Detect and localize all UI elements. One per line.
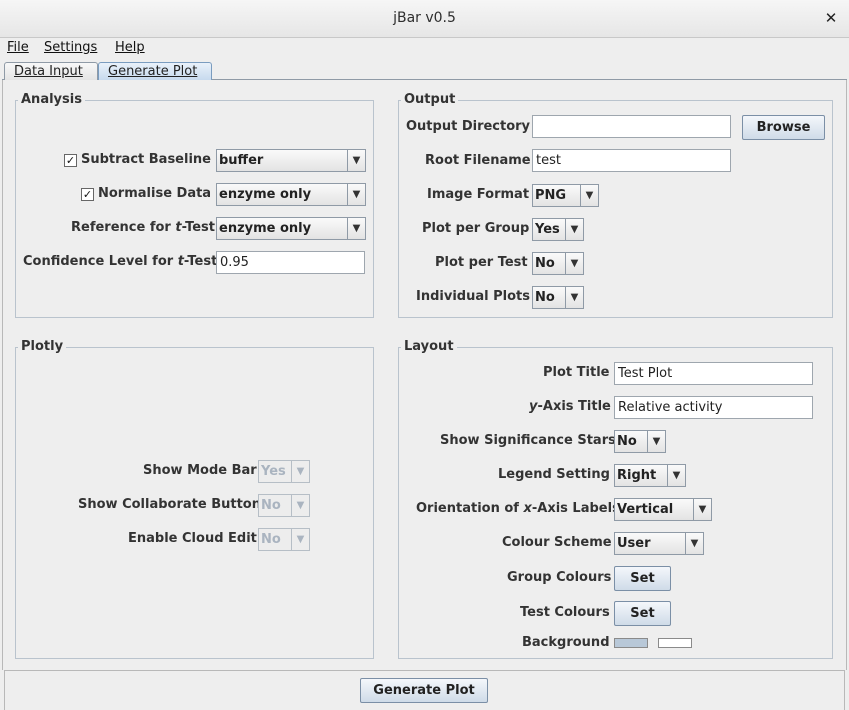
legend-setting-label: Legend Setting bbox=[498, 467, 610, 482]
normalise-data-checkbox[interactable]: ✓ bbox=[81, 188, 94, 201]
test-colours-label: Test Colours bbox=[520, 605, 610, 620]
x-axis-orientation-label: Orientation of x-Axis Labels bbox=[416, 501, 620, 516]
output-title: Output bbox=[401, 92, 459, 107]
subtract-baseline-label: Subtract Baseline bbox=[81, 152, 211, 167]
image-format-label: Image Format bbox=[427, 187, 530, 202]
chevron-down-icon: ▼ bbox=[291, 529, 309, 550]
root-filename-input[interactable]: test bbox=[532, 149, 731, 172]
background-swatch-secondary[interactable] bbox=[658, 638, 692, 648]
plot-per-test-label: Plot per Test bbox=[435, 255, 528, 270]
menu-file[interactable]: File bbox=[7, 40, 29, 55]
plot-title-label: Plot Title bbox=[543, 365, 610, 380]
generate-plot-button[interactable]: Generate Plot bbox=[360, 678, 488, 703]
confidence-level-input[interactable]: 0.95 bbox=[216, 251, 365, 274]
chevron-down-icon: ▼ bbox=[347, 184, 365, 205]
normalise-data-label: Normalise Data bbox=[98, 186, 212, 201]
background-label: Background bbox=[522, 635, 610, 650]
chevron-down-icon: ▼ bbox=[647, 431, 665, 452]
image-format-select[interactable]: PNG ▼ bbox=[532, 184, 599, 207]
show-mode-bar-select[interactable]: Yes ▼ bbox=[258, 460, 310, 483]
browse-button[interactable]: Browse bbox=[742, 115, 825, 140]
chevron-down-icon: ▼ bbox=[565, 253, 583, 274]
plot-title-input[interactable]: Test Plot bbox=[614, 362, 813, 385]
analysis-title: Analysis bbox=[18, 92, 85, 107]
plotly-title: Plotly bbox=[18, 339, 67, 354]
background-swatch-primary[interactable] bbox=[614, 638, 648, 648]
layout-title: Layout bbox=[401, 339, 457, 354]
chevron-down-icon: ▼ bbox=[347, 218, 365, 239]
show-mode-bar-label: Show Mode Bar bbox=[143, 463, 257, 478]
group-colours-label: Group Colours bbox=[507, 570, 612, 585]
subtract-baseline-checkbox[interactable]: ✓ bbox=[64, 154, 77, 167]
window-title: jBar v0.5 bbox=[393, 10, 456, 26]
x-axis-orientation-select[interactable]: Vertical ▼ bbox=[614, 498, 712, 521]
output-directory-input[interactable] bbox=[532, 115, 731, 138]
chevron-down-icon: ▼ bbox=[693, 499, 711, 520]
show-significance-stars-select[interactable]: No ▼ bbox=[614, 430, 666, 453]
chevron-down-icon: ▼ bbox=[685, 533, 703, 554]
individual-plots-select[interactable]: No ▼ bbox=[532, 286, 584, 309]
plot-per-test-select[interactable]: No ▼ bbox=[532, 252, 584, 275]
reference-t-test-select[interactable]: enzyme only ▼ bbox=[216, 217, 366, 240]
reference-t-test-label: Reference for t-Test bbox=[71, 220, 215, 235]
chevron-down-icon: ▼ bbox=[291, 461, 309, 482]
chevron-down-icon: ▼ bbox=[291, 495, 309, 516]
chevron-down-icon: ▼ bbox=[565, 219, 583, 240]
subtract-baseline-select[interactable]: buffer ▼ bbox=[216, 149, 366, 172]
tab-generate-plot[interactable]: Generate Plot bbox=[98, 62, 212, 80]
enable-cloud-edit-select[interactable]: No ▼ bbox=[258, 528, 310, 551]
show-collaborate-button-select[interactable]: No ▼ bbox=[258, 494, 310, 517]
analysis-group bbox=[15, 100, 374, 318]
y-axis-title-label: y-Axis Title bbox=[529, 399, 611, 414]
close-icon[interactable]: ✕ bbox=[822, 9, 840, 27]
colour-scheme-select[interactable]: User ▼ bbox=[614, 532, 704, 555]
test-colours-set-button[interactable]: Set bbox=[614, 601, 671, 626]
output-directory-label: Output Directory bbox=[406, 119, 531, 134]
chevron-down-icon: ▼ bbox=[580, 185, 598, 206]
show-collaborate-button-label: Show Collaborate Button bbox=[78, 497, 261, 512]
plot-per-group-label: Plot per Group bbox=[422, 221, 530, 236]
show-significance-stars-label: Show Significance Stars bbox=[440, 433, 616, 448]
menu-help[interactable]: Help bbox=[115, 40, 145, 55]
normalise-data-select[interactable]: enzyme only ▼ bbox=[216, 183, 366, 206]
root-filename-label: Root Filename bbox=[425, 153, 531, 168]
individual-plots-label: Individual Plots bbox=[416, 289, 530, 304]
menu-settings[interactable]: Settings bbox=[44, 40, 97, 55]
colour-scheme-label: Colour Scheme bbox=[502, 535, 612, 550]
group-colours-set-button[interactable]: Set bbox=[614, 566, 671, 591]
confidence-level-label: Confidence Level for t-Test bbox=[23, 254, 218, 269]
tab-data-input[interactable]: Data Input bbox=[4, 62, 98, 80]
plot-per-group-select[interactable]: Yes ▼ bbox=[532, 218, 584, 241]
legend-setting-select[interactable]: Right ▼ bbox=[614, 464, 686, 487]
chevron-down-icon: ▼ bbox=[565, 287, 583, 308]
y-axis-title-input[interactable]: Relative activity bbox=[614, 396, 813, 419]
enable-cloud-edit-label: Enable Cloud Edit bbox=[128, 531, 257, 546]
chevron-down-icon: ▼ bbox=[667, 465, 685, 486]
chevron-down-icon: ▼ bbox=[347, 150, 365, 171]
